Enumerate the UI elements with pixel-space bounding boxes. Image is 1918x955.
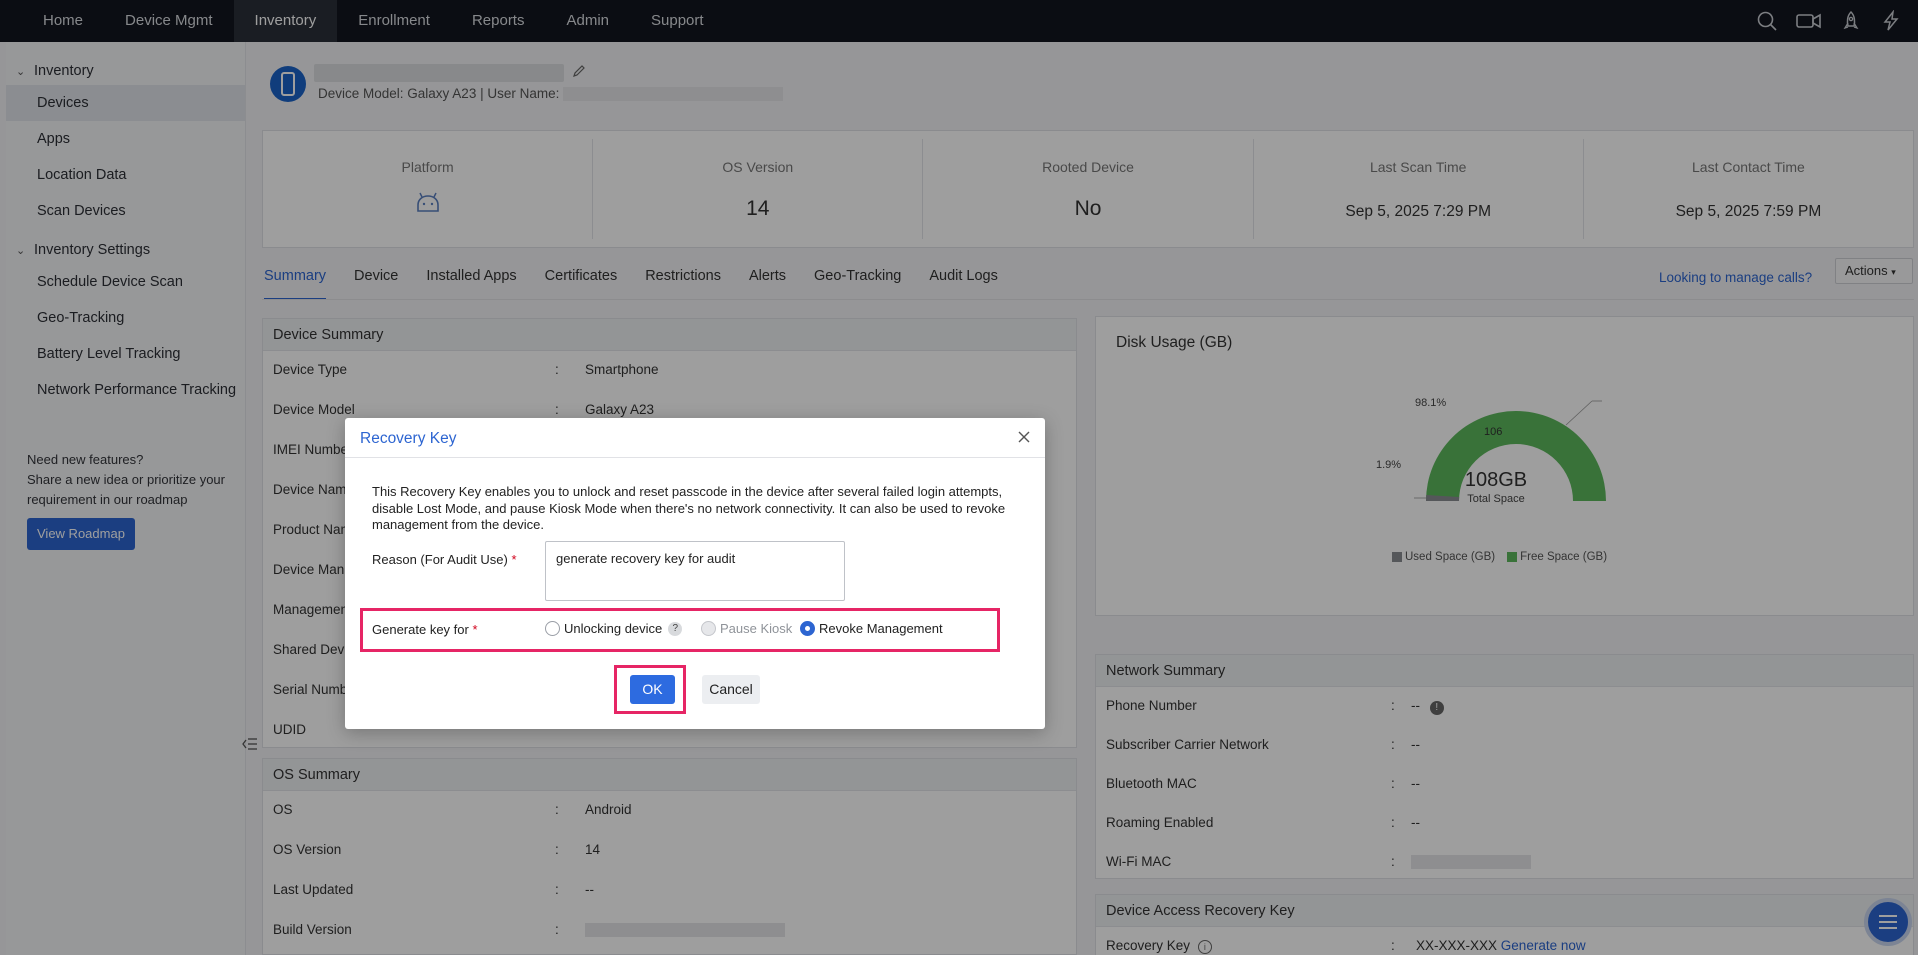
reason-label-text: Reason (For Audit Use) xyxy=(372,552,508,567)
required-mark: * xyxy=(472,622,478,637)
ok-button[interactable]: OK xyxy=(630,675,675,704)
required-mark: * xyxy=(511,552,517,567)
help-icon[interactable]: ? xyxy=(668,621,683,636)
reason-textarea[interactable]: generate recovery key for audit xyxy=(545,541,845,601)
dialog-description: This Recovery Key enables you to unlock … xyxy=(372,484,1006,532)
radio-pause-kiosk: Pause Kiosk xyxy=(701,621,792,636)
cancel-button[interactable]: Cancel xyxy=(702,675,760,704)
radio-button xyxy=(701,621,716,636)
generate-key-label-text: Generate key for xyxy=(372,622,469,637)
radio-revoke-management[interactable]: Revoke Management xyxy=(800,621,943,636)
radio-button[interactable] xyxy=(545,621,560,636)
radio-label: Revoke Management xyxy=(819,621,943,636)
recovery-key-dialog: Recovery Key This Recovery Key enables y… xyxy=(345,418,1045,729)
radio-unlocking-device[interactable]: Unlocking device ? xyxy=(545,621,683,636)
radio-label: Unlocking device xyxy=(564,621,663,636)
reason-label: Reason (For Audit Use) * xyxy=(372,552,517,567)
radio-label: Pause Kiosk xyxy=(720,621,793,636)
radio-button[interactable] xyxy=(800,621,815,636)
generate-key-label: Generate key for * xyxy=(372,622,478,637)
close-icon[interactable] xyxy=(1015,428,1033,446)
dialog-title: Recovery Key xyxy=(360,430,457,447)
dialog-header: Recovery Key xyxy=(345,418,1045,458)
